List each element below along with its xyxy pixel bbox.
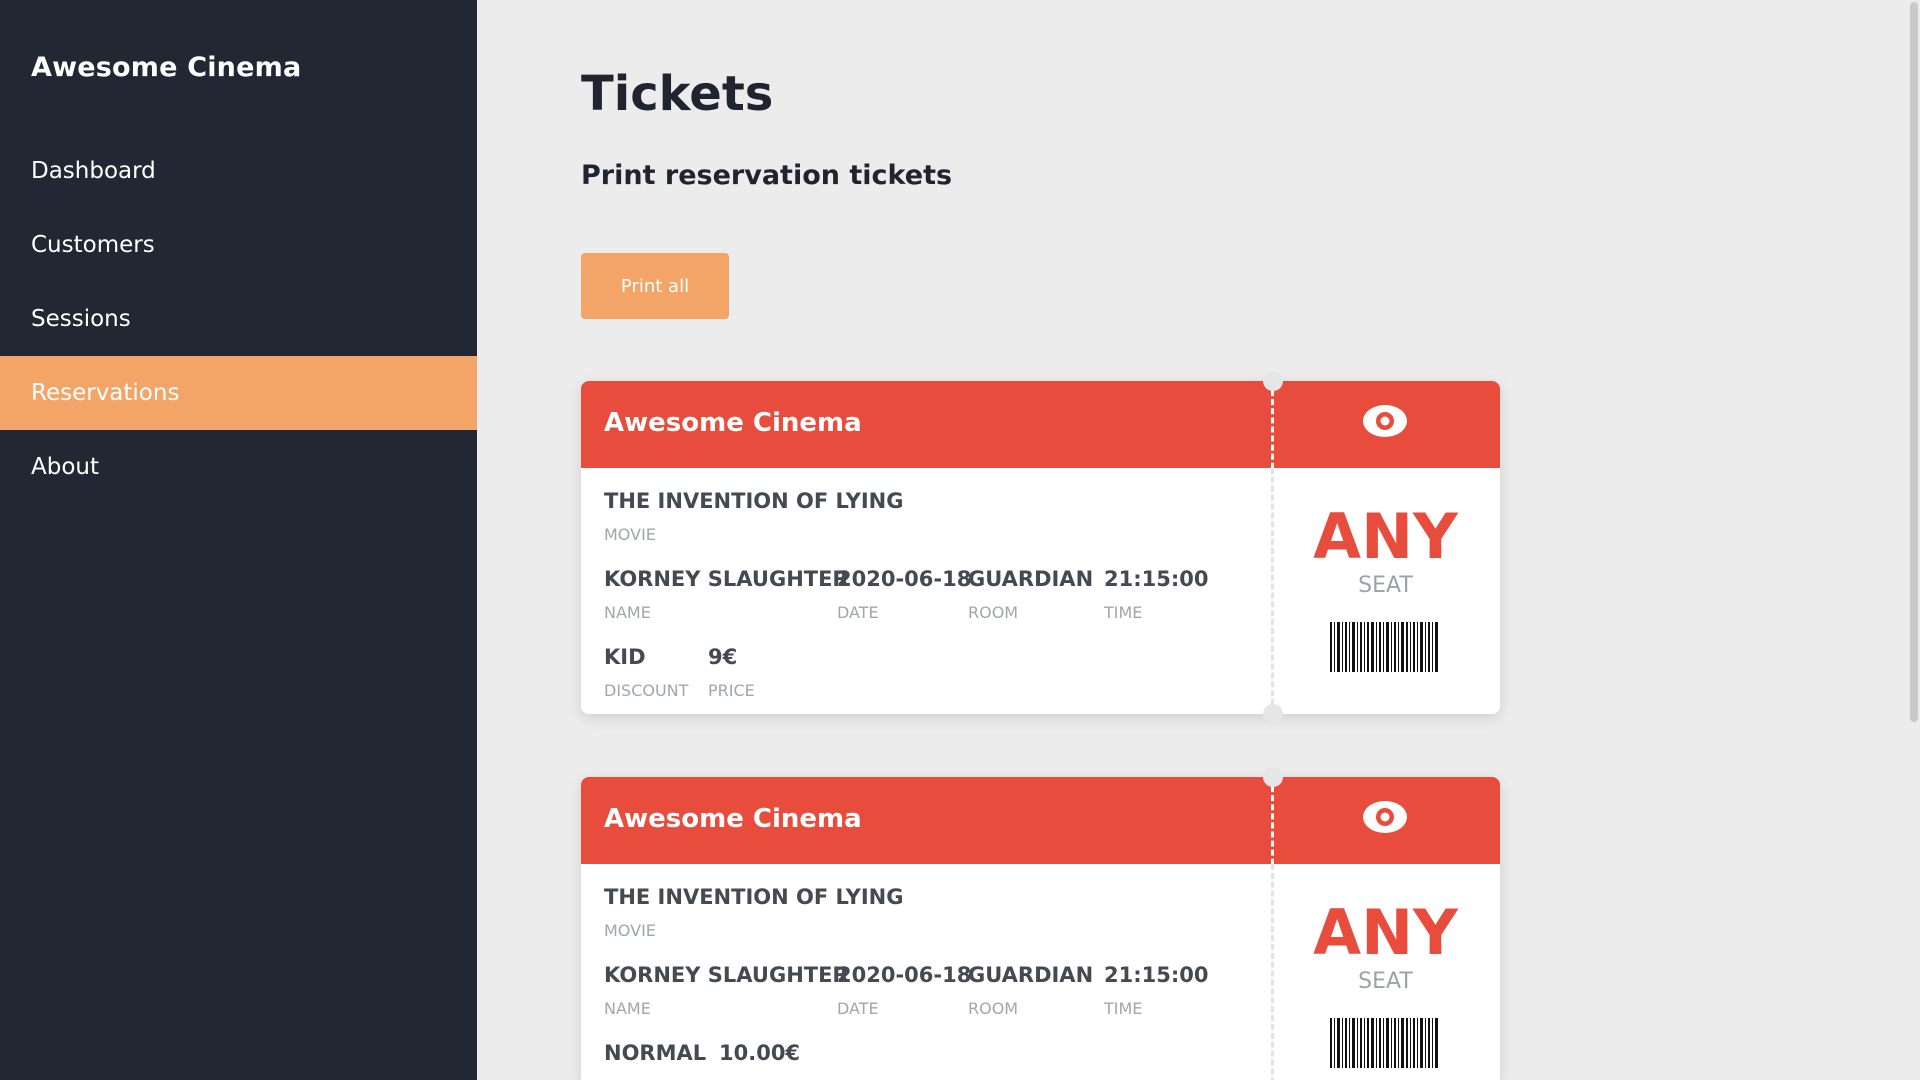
ticket-header: Awesome Cinema <box>581 777 1500 864</box>
page-title: Tickets <box>581 66 774 122</box>
ticket-seat-label: SEAT <box>1358 969 1413 994</box>
ticket-movie: THE INVENTION OF LYING MOVIE <box>604 489 904 544</box>
ticket-time: 21:15:00 TIME <box>1104 963 1209 1018</box>
ticket-seat-label: SEAT <box>1358 573 1413 598</box>
sidebar-item-customers[interactable]: Customers <box>0 208 477 282</box>
sidebar-item-about[interactable]: About <box>0 430 477 504</box>
ticket-seat-value: ANY <box>1313 500 1458 573</box>
ticket-notch-top <box>1263 767 1283 787</box>
ticket-card: Awesome Cinema THE INVENTION OF LYING MO… <box>581 777 1500 1080</box>
ticket-notch-bottom <box>1263 704 1283 724</box>
ticket-time: 21:15:00 TIME <box>1104 567 1209 622</box>
eye-icon <box>1363 801 1407 833</box>
sidebar-item-dashboard[interactable]: Dashboard <box>0 134 477 208</box>
ticket-cinema-name: Awesome Cinema <box>604 408 862 438</box>
ticket-room: GUARDIAN ROOM <box>968 963 1094 1018</box>
ticket-seat-value: ANY <box>1313 896 1458 969</box>
ticket-header: Awesome Cinema <box>581 381 1500 468</box>
ticket-date: 2020-06-18 DATE <box>837 567 972 622</box>
ticket-discount: KID DISCOUNT <box>604 645 689 700</box>
sidebar: Awesome Cinema Dashboard Customers Sessi… <box>0 0 477 1080</box>
main-content: Tickets Print reservation tickets Print … <box>581 0 1920 1080</box>
ticket-customer-name: KORNEY SLAUGHTER NAME <box>604 963 849 1018</box>
barcode-icon <box>1330 1018 1438 1068</box>
scrollbar-thumb[interactable] <box>1910 2 1918 722</box>
barcode-icon <box>1330 622 1438 672</box>
app-brand[interactable]: Awesome Cinema <box>31 52 301 83</box>
print-all-button[interactable]: Print all <box>581 253 729 319</box>
ticket-card: Awesome Cinema THE INVENTION OF LYING MO… <box>581 381 1500 714</box>
ticket-cinema-name: Awesome Cinema <box>604 804 862 834</box>
sidebar-item-sessions[interactable]: Sessions <box>0 282 477 356</box>
ticket-price: 10.00€ <box>719 1041 801 1065</box>
sidebar-item-reservations[interactable]: Reservations <box>0 356 477 430</box>
ticket-customer-name: KORNEY SLAUGHTER NAME <box>604 567 849 622</box>
ticket-price: 9€ PRICE <box>708 645 755 700</box>
page-scrollbar[interactable] <box>1906 0 1920 1080</box>
ticket-room: GUARDIAN ROOM <box>968 567 1094 622</box>
eye-icon <box>1363 405 1407 437</box>
page-subtitle: Print reservation tickets <box>581 160 953 191</box>
ticket-movie: THE INVENTION OF LYING MOVIE <box>604 885 904 940</box>
sidebar-nav: Dashboard Customers Sessions Reservation… <box>0 134 477 504</box>
ticket-date: 2020-06-18 DATE <box>837 963 972 1018</box>
ticket-notch-top <box>1263 371 1283 391</box>
ticket-discount: NORMAL <box>604 1041 707 1065</box>
